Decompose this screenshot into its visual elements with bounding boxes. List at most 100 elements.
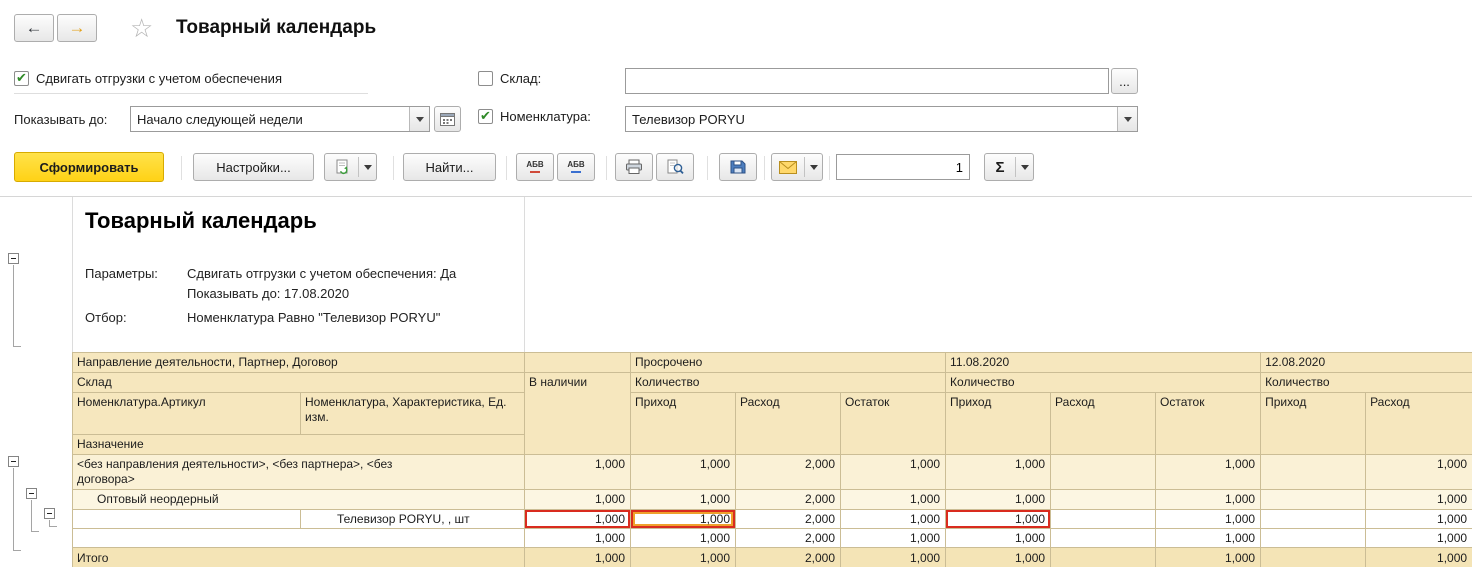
cell-value[interactable]: 1,000 [524,528,632,548]
settings-button[interactable]: Настройки... [193,153,314,181]
table-row[interactable]: 1,000 1,000 2,000 1,000 1,000 1,000 1,000 [71,528,1472,548]
header-subcolumn[interactable]: Приход [1260,392,1367,455]
chevron-down-icon[interactable] [805,154,822,180]
cell-value[interactable]: 1,000 [945,547,1052,567]
report-table[interactable]: Направление деятельности, Партнер, Догов… [71,352,1472,567]
cell-value[interactable]: 1,000 [1365,454,1472,490]
cell-value[interactable]: 1,000 [1155,489,1262,510]
collapse-group1-toggle[interactable] [8,456,19,467]
chevron-down-icon[interactable] [1016,154,1033,180]
cell-label[interactable]: Телевизор PORYU, , шт [299,509,526,529]
cell-value[interactable]: 1,000 [840,454,947,490]
cell-value[interactable]: 1,000 [1365,528,1472,548]
abc-button-2[interactable]: АБВ [557,153,595,181]
save-button[interactable] [719,153,757,181]
cell-value[interactable] [1260,509,1367,529]
cell-value[interactable] [1260,547,1367,567]
header-subcolumn[interactable]: Расход [1365,392,1472,455]
cell-value[interactable]: 1,000 [524,547,632,567]
nomenclature-checkbox[interactable]: Номенклатура: [478,109,591,124]
warehouse-input[interactable] [626,69,1108,93]
cell-value[interactable]: 1,000 [630,509,737,529]
report-variants-split-button[interactable] [324,153,377,181]
header-row[interactable]: Номенклатура.Артикул Номенклатура, Характ… [72,392,1472,455]
table-row[interactable]: <без направления деятельности>, <без пар… [71,454,1472,490]
cell-value[interactable] [1050,528,1157,548]
header-empty-cell[interactable] [524,352,632,373]
collapse-header-toggle[interactable] [8,253,19,264]
cell-value[interactable]: 1,000 [630,547,737,567]
cell-value[interactable]: 1,000 [945,454,1052,490]
table-row[interactable]: Телевизор PORYU, , шт 1,000 1,000 2,000 1,00… [72,509,1472,529]
cell-value[interactable]: 1,000 [945,489,1052,510]
cell-value[interactable] [1260,528,1367,548]
header-date-2[interactable]: 12.08.2020 [1260,352,1472,373]
header-nomenclature[interactable]: Номенклатура, Характеристика, Ед. изм. [299,392,526,435]
back-button[interactable]: ← [14,14,54,42]
cell-value[interactable]: 2,000 [735,528,842,548]
header-subcolumn[interactable]: Приход [945,392,1052,455]
header-subcolumn[interactable]: Расход [735,392,842,455]
header-subcolumn[interactable]: Остаток [840,392,947,455]
cell-value[interactable]: 1,000 [945,509,1052,529]
cell-value[interactable]: 2,000 [735,509,842,529]
table-row[interactable]: Итого 1,000 1,000 2,000 1,000 1,000 1,000 1,000 [71,547,1472,567]
calendar-button[interactable] [434,106,461,132]
collapse-group2-toggle[interactable] [26,488,37,499]
favorite-star-icon[interactable]: ☆ [130,15,153,41]
sum-split-button[interactable]: Σ [984,153,1034,181]
cell-value[interactable]: 1,000 [630,489,737,510]
cell-label[interactable]: Итого [71,547,526,567]
cell-value[interactable] [1050,454,1157,490]
find-button[interactable]: Найти... [403,153,496,181]
chevron-down-icon[interactable] [409,107,429,131]
show-until-input[interactable] [131,107,409,131]
header-article[interactable]: Номенклатура.Артикул [72,392,301,435]
cell-value[interactable]: 1,000 [524,509,632,529]
header-purpose[interactable]: Назначение [71,434,526,455]
warehouse-more-button[interactable]: ... [1111,68,1138,94]
header-warehouse[interactable]: Склад [71,372,526,393]
chevron-down-icon[interactable] [1117,107,1137,131]
cell-value[interactable] [1050,489,1157,510]
cell-value[interactable]: 1,000 [1365,489,1472,510]
cell-value[interactable]: 1,000 [524,454,632,490]
collapse-group3-toggle[interactable] [44,508,55,519]
cell-value[interactable]: 2,000 [735,489,842,510]
cell-label[interactable]: <без направления деятельности>, <без пар… [71,454,526,490]
header-group-title[interactable]: Направление деятельности, Партнер, Догов… [71,352,526,373]
cell-label[interactable] [71,528,526,548]
header-quantity[interactable]: Количество [630,372,947,393]
cell-empty[interactable] [72,509,301,529]
cell-value[interactable]: 1,000 [1365,509,1472,529]
print-button[interactable] [615,153,653,181]
header-in-stock[interactable]: В наличии [524,372,632,455]
nomenclature-input[interactable] [626,107,1117,131]
forward-button[interactable]: → [57,14,97,42]
header-quantity[interactable]: Количество [1260,372,1472,393]
cell-value[interactable]: 1,000 [1155,547,1262,567]
cell-value[interactable]: 2,000 [735,454,842,490]
cell-value[interactable]: 1,000 [1155,528,1262,548]
shift-shipments-checkbox[interactable]: Сдвигать отгрузки с учетом обеспечения [14,71,282,86]
header-subcolumn[interactable]: Остаток [1155,392,1262,455]
cell-value[interactable]: 1,000 [524,489,632,510]
mail-split-button[interactable] [771,153,823,181]
header-row[interactable]: Направление деятельности, Партнер, Догов… [71,352,1472,373]
cell-value[interactable]: 1,000 [840,489,947,510]
warehouse-checkbox[interactable]: Склад: [478,71,541,86]
cell-value[interactable]: 1,000 [840,528,947,548]
print-preview-button[interactable] [656,153,694,181]
cell-value[interactable]: 1,000 [1155,509,1262,529]
cell-value[interactable]: 2,000 [735,547,842,567]
cell-value[interactable] [1050,509,1157,529]
header-date-1[interactable]: 11.08.2020 [945,352,1262,373]
cell-value[interactable]: 1,000 [945,528,1052,548]
header-quantity[interactable]: Количество [945,372,1262,393]
cell-value[interactable]: 1,000 [840,547,947,567]
counter-input[interactable] [836,154,970,180]
cell-label[interactable]: Оптовый неордерный [71,489,526,510]
cell-value[interactable]: 1,000 [840,509,947,529]
header-row[interactable]: Склад В наличии Количество Количество Количе… [71,372,1472,455]
cell-value[interactable]: 1,000 [630,454,737,490]
